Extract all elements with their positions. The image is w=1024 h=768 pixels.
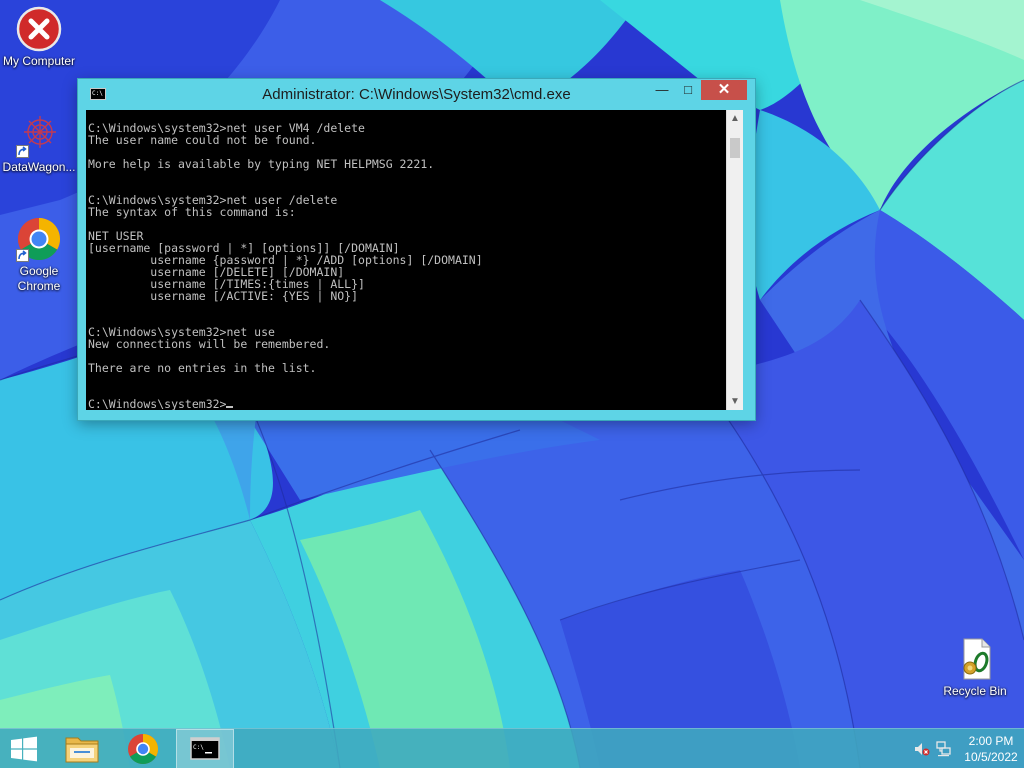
console-prompt: C:\Windows\system32> <box>88 397 227 410</box>
desktop-icon-label: Recycle Bin <box>943 684 1007 698</box>
cmd-window[interactable]: C:\ Administrator: C:\Windows\System32\c… <box>78 79 755 420</box>
taskbar-cmd[interactable]: C:\ <box>176 729 234 768</box>
console-output[interactable]: C:\Windows\system32>net user VM4 /delete… <box>86 110 726 410</box>
minimize-button[interactable]: — <box>649 80 675 100</box>
windows-logo-icon <box>11 736 37 762</box>
volume-muted-icon[interactable] <box>914 742 930 756</box>
window-titlebar[interactable]: C:\ Administrator: C:\Windows\System32\c… <box>78 79 755 110</box>
desktop-icon-label: DataWagon... <box>2 160 76 174</box>
maximize-button[interactable]: □ <box>675 80 701 100</box>
network-icon[interactable] <box>936 741 952 757</box>
scrollbar-thumb[interactable] <box>730 138 740 158</box>
scroll-up-arrow-icon[interactable]: ▲ <box>727 110 743 127</box>
vertical-scrollbar[interactable]: ▲ ▼ <box>726 110 743 410</box>
desktop-icon-google-chrome[interactable]: Google Chrome <box>0 216 78 294</box>
start-button[interactable] <box>0 729 48 768</box>
chrome-icon <box>16 216 62 262</box>
console-cursor <box>226 406 234 408</box>
svg-text:C:\: C:\ <box>193 744 204 751</box>
taskbar-file-explorer[interactable] <box>54 729 110 768</box>
desktop-icon-my-computer[interactable]: My Computer <box>0 6 78 69</box>
scroll-down-arrow-icon[interactable]: ▼ <box>727 393 743 410</box>
taskbar-clock[interactable]: 2:00 PM 10/5/2022 <box>960 733 1022 765</box>
system-tray: 2:00 PM 10/5/2022 <box>884 729 1024 768</box>
desktop-icon-recycle-bin[interactable]: Recycle Bin <box>936 636 1014 699</box>
chrome-icon <box>128 734 159 765</box>
file-explorer-icon <box>65 737 99 763</box>
taskbar-chrome[interactable] <box>115 729 171 768</box>
console-text: C:\Windows\system32>net user VM4 /delete… <box>88 121 483 410</box>
clock-date: 10/5/2022 <box>964 750 1018 764</box>
desktop-icon-label: My Computer <box>2 54 76 68</box>
desktop-icon-datawagon[interactable]: DataWagon... <box>0 112 78 175</box>
desktop: My Computer DataWagon... Google Chrome R… <box>0 0 1024 768</box>
recycle-bin-icon <box>952 636 998 682</box>
datawagon-icon <box>16 112 62 158</box>
taskbar: C:\ 2:00 PM 10/5/2022 <box>0 728 1024 768</box>
desktop-icon-label: Google Chrome <box>17 264 61 293</box>
shortcut-arrow-icon <box>16 145 29 158</box>
error-x-icon <box>16 6 62 52</box>
close-button[interactable]: ✕ <box>701 80 747 100</box>
shortcut-arrow-icon <box>16 249 29 262</box>
clock-time: 2:00 PM <box>968 734 1014 748</box>
cmd-icon: C:\ <box>190 737 220 760</box>
